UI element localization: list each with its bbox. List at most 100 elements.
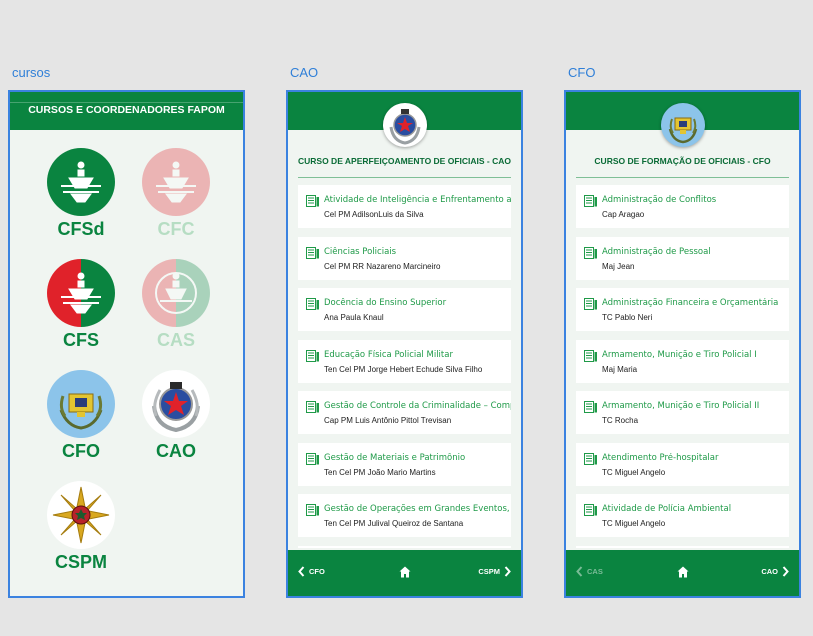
prev-course-label: CFO	[309, 567, 325, 576]
teacher-name: Ten Cel PM Jorge Hebert Echude Silva Fil…	[324, 364, 483, 374]
subject-name: Atividade de Inteligência e Enfrentament…	[324, 195, 511, 205]
teacher-name: TC Miguel Angelo	[602, 467, 666, 477]
prev-course-label: CAS	[587, 567, 603, 576]
book-icon	[584, 349, 597, 362]
book-icon	[306, 298, 319, 310]
course-name: CFC	[157, 219, 195, 239]
list-item	[298, 545, 511, 548]
cfo-bottom-nav: CAS CAO	[566, 550, 799, 596]
course-cao[interactable]: CAO	[121, 370, 231, 462]
next-course-label: CSPM	[478, 567, 500, 576]
cursos-header: CURSOS E COORDENADORES FAPOM	[10, 92, 243, 130]
list-item[interactable]: Gestão de Materiais e Patrimônio Ten Cel …	[298, 442, 511, 486]
book-icon	[584, 298, 597, 310]
teacher-name: TC Miguel Angelo	[602, 519, 666, 528]
list-item[interactable]: Atendimento Pré-hospitalar TC Miguel Ange…	[576, 442, 789, 486]
list-item[interactable]: Administração de Conflitos Cap Aragao	[576, 185, 789, 228]
prev-course-button[interactable]: CFO	[298, 566, 325, 577]
course-name: CAO	[156, 441, 196, 461]
chevron-left-icon	[298, 566, 305, 577]
teacher-name: Ana Paula Knaul	[324, 313, 384, 322]
list-item[interactable]: Educação Física Policial Militar Ten Cel …	[298, 339, 511, 383]
next-course-button[interactable]: CSPM	[478, 566, 511, 577]
cfsd-emblem-icon	[47, 148, 115, 216]
teacher-name: Ten Cel PM Julival Queiroz de Santana	[324, 519, 464, 528]
subject-name: Administração Financeira e Orçamentária	[602, 298, 779, 308]
course-name: CSPM	[54, 552, 107, 572]
cas-emblem-icon	[142, 259, 210, 327]
home-icon[interactable]	[399, 566, 411, 578]
list-item[interactable]: Administração de Pessoal Maj Jean	[576, 236, 789, 280]
cao-emblem-icon	[142, 370, 210, 438]
divider	[576, 177, 789, 178]
cfo-title: CURSO DE FORMAÇÃO DE OFICIAIS - CFO	[594, 156, 771, 166]
cspm-emblem-icon	[47, 481, 115, 549]
book-icon	[306, 401, 319, 413]
list-item[interactable]: Gestão de Controle da Criminalidade – Co…	[298, 391, 511, 434]
book-icon	[584, 246, 597, 259]
cao-screen: CURSO DE APERFEIÇOAMENTO DE OFICIAIS - C…	[286, 90, 523, 598]
teacher-name: Maj Jean	[602, 261, 635, 271]
divider	[298, 177, 511, 178]
teacher-name: Cap PM Luis Antônio Pittol Trevisan	[324, 416, 452, 425]
frame-label-cursos: cursos	[12, 65, 51, 80]
subject-name: Atividade de Polícia Ambiental	[602, 504, 732, 514]
subject-name: Docência do Ensino Superior	[324, 298, 447, 308]
book-icon	[306, 246, 319, 259]
book-icon	[584, 504, 597, 516]
book-icon	[306, 452, 319, 465]
list-item[interactable]: Atividade de Inteligência e Enfrentament…	[298, 185, 511, 228]
list-item[interactable]: Gestão de Operações em Grandes Eventos, …	[298, 494, 511, 537]
book-icon	[584, 401, 597, 413]
book-icon	[584, 452, 597, 465]
teacher-name: TC Rocha	[602, 416, 639, 425]
book-icon	[584, 195, 597, 207]
list-item	[576, 545, 789, 548]
course-name: CFO	[62, 441, 100, 461]
cao-subject-list: Atividade de Inteligência e Enfrentament…	[298, 185, 511, 548]
cfo-subject-list: Administração de Conflitos Cap Aragao Adm…	[576, 185, 789, 548]
next-course-label: CAO	[761, 567, 778, 576]
next-course-button[interactable]: CAO	[761, 566, 789, 577]
teacher-name: Cel PM AdilsonLuis da Silva	[324, 210, 424, 219]
teacher-name: Maj Maria	[602, 364, 638, 374]
cursos-screen: CURSOS E COORDENADORES FAPOM CFSd CFC CF…	[8, 90, 245, 598]
home-icon[interactable]	[677, 566, 689, 578]
course-cfc[interactable]: CFC	[121, 148, 231, 240]
cfo-screen: CURSO DE FORMAÇÃO DE OFICIAIS - CFO Admi…	[564, 90, 801, 598]
course-cas[interactable]: CAS	[121, 259, 231, 351]
list-item[interactable]: Armamento, Munição e Tiro Policial I Maj …	[576, 339, 789, 383]
teacher-name: Ten Cel PM João Mario Martins	[324, 467, 436, 477]
subject-name: Administração de Pessoal	[602, 246, 711, 257]
course-cspm[interactable]: CSPM	[26, 481, 136, 573]
cao-title: CURSO DE APERFEIÇOAMENTO DE OFICIAIS - C…	[298, 156, 511, 166]
book-icon	[306, 349, 319, 362]
frame-label-cao: CAO	[290, 65, 319, 80]
subject-name: Gestão de Operações em Grandes Eventos, …	[324, 504, 511, 514]
course-cfs[interactable]: CFS	[26, 259, 136, 351]
subject-name: Educação Física Policial Militar	[324, 349, 453, 360]
list-item[interactable]: Ciências Policiais Cel PM RR Nazareno Mar…	[298, 236, 511, 280]
chevron-right-icon	[504, 566, 511, 577]
teacher-name: TC Pablo Neri	[602, 313, 653, 322]
prev-course-button[interactable]: CAS	[576, 566, 603, 577]
book-icon	[306, 195, 319, 207]
subject-name: Gestão de Materiais e Patrimônio	[324, 452, 466, 463]
list-item[interactable]: Administração Financeira e Orçamentária T…	[576, 288, 789, 331]
list-item[interactable]: Atividade de Polícia Ambiental TC Miguel …	[576, 494, 789, 537]
cfs-emblem-icon	[47, 259, 115, 327]
cao-bottom-nav: CFO CSPM	[288, 550, 521, 596]
course-name: CAS	[156, 330, 195, 350]
course-cfo[interactable]: CFO	[26, 370, 136, 462]
cfo-logo-icon	[660, 103, 705, 147]
chevron-right-icon	[782, 566, 789, 577]
subject-name: Administração de Conflitos	[602, 195, 717, 205]
teacher-name: Cap Aragao	[602, 210, 645, 219]
list-item[interactable]: Docência do Ensino Superior Ana Paula Kna…	[298, 288, 511, 331]
subject-name: Ciências Policiais	[324, 246, 397, 257]
cursos-header-title: CURSOS E COORDENADORES FAPOM	[28, 104, 225, 116]
course-cfsd[interactable]: CFSd	[26, 148, 136, 240]
frame-label-cfo: CFO	[568, 65, 596, 80]
list-item[interactable]: Armamento, Munição e Tiro Policial II TC …	[576, 391, 789, 434]
teacher-name: Cel PM RR Nazareno Marcineiro	[324, 261, 441, 271]
